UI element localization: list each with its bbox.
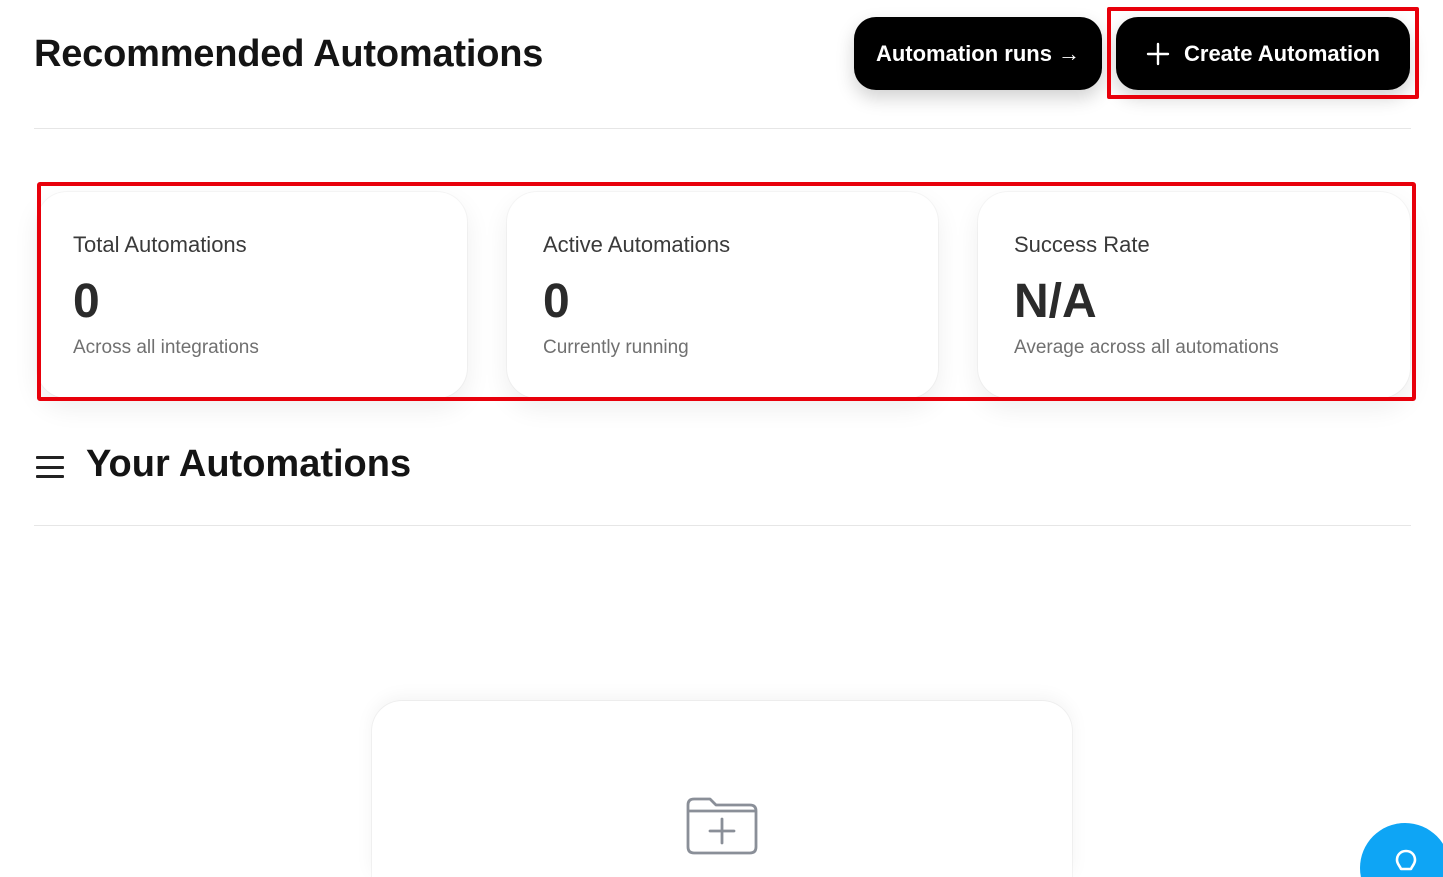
active-automations-card: Active Automations 0 Currently running <box>507 192 938 398</box>
help-bubble-button[interactable] <box>1360 823 1443 877</box>
automations-page: Recommended Automations Automation runs … <box>0 0 1443 877</box>
menu-icon <box>36 456 64 478</box>
folder-plus-icon[interactable] <box>682 795 762 859</box>
lightbulb-icon <box>1390 847 1422 877</box>
create-automation-button[interactable]: Create Automation <box>1116 17 1410 90</box>
section-title: Your Automations <box>86 443 412 485</box>
create-automation-label: Create Automation <box>1184 40 1380 66</box>
stat-label: Total Automations <box>73 232 247 257</box>
plus-icon <box>1146 42 1170 66</box>
stat-value: 0 <box>543 275 570 328</box>
success-rate-card: Success Rate N/A Average across all auto… <box>978 192 1410 398</box>
automation-runs-button[interactable]: Automation runs → <box>854 17 1102 90</box>
stat-subtitle: Across all integrations <box>73 337 259 358</box>
empty-state-card <box>372 701 1072 877</box>
section-divider <box>34 525 1411 526</box>
stat-subtitle: Currently running <box>543 337 689 358</box>
header-divider <box>34 128 1411 129</box>
automation-runs-label: Automation runs → <box>875 40 1081 66</box>
stat-value: N/A <box>1014 275 1097 328</box>
stat-label: Active Automations <box>543 232 731 257</box>
stat-subtitle: Average across all automations <box>1014 337 1279 358</box>
page-title: Recommended Automations <box>34 33 544 75</box>
stat-value: 0 <box>73 275 100 328</box>
total-automations-card: Total Automations 0 Across all integrati… <box>37 192 467 398</box>
stat-label: Success Rate <box>1014 232 1150 257</box>
